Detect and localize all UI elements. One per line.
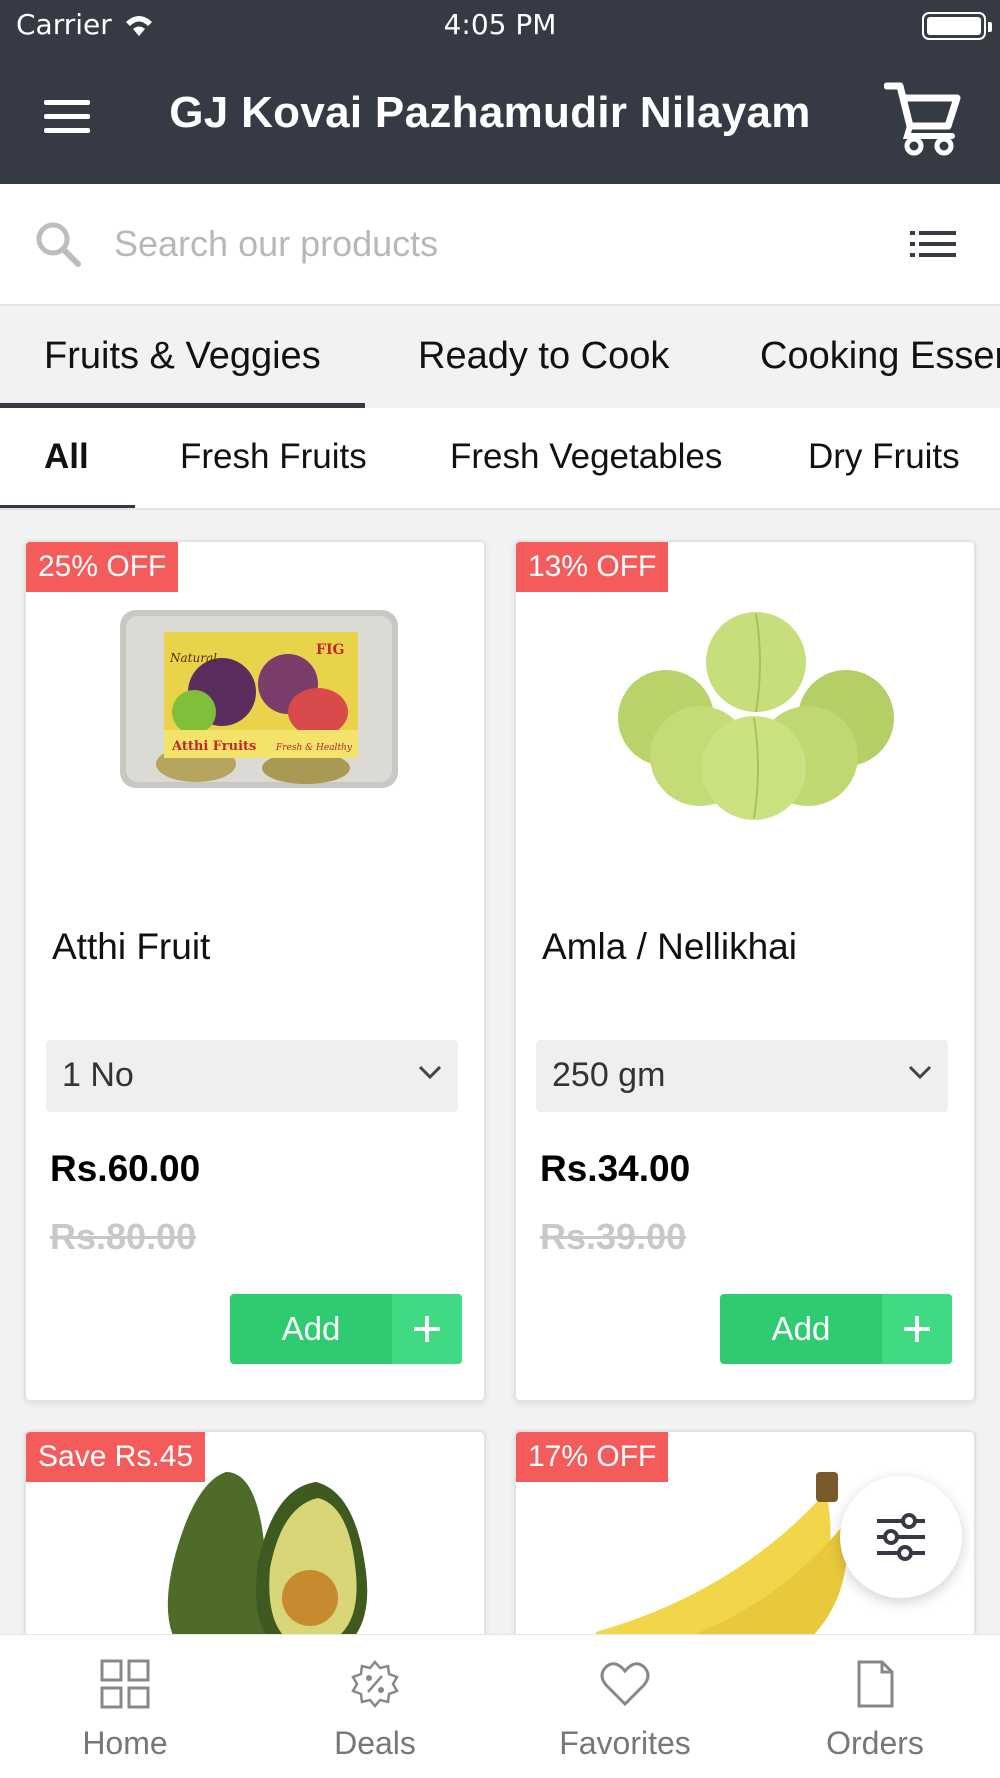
tab-cooking-essentials[interactable]: Cooking Esser (760, 306, 1000, 408)
product-card[interactable]: 13% OFF Amla / Nellikhai 250 gm Rs.34.00… (514, 540, 976, 1402)
add-label: Add (771, 1310, 831, 1347)
fig-label-title: FIG (316, 642, 344, 658)
subtab-fresh-fruits[interactable]: Fresh Fruits (180, 408, 367, 508)
status-bar: Carrier 4:05 PM (0, 0, 1000, 50)
save-badge: Save Rs.45 (26, 1432, 206, 1482)
app-header: GJ Kovai Pazhamudir Nilayam (0, 50, 1000, 184)
nav-favorites-label: Favorites (559, 1725, 691, 1761)
battery-icon (922, 12, 992, 40)
plus-icon (392, 1294, 462, 1364)
subtab-dry-fruits[interactable]: Dry Fruits (808, 408, 960, 508)
original-price: Rs.80.00 (50, 1216, 197, 1257)
product-name: Amla / Nellikhai (542, 926, 797, 967)
plus-icon (882, 1294, 952, 1364)
discount-badge: 25% OFF (26, 542, 179, 592)
heart-icon (600, 1662, 650, 1707)
deals-badge-icon (351, 1660, 399, 1708)
product-card[interactable]: Save Rs.45 (24, 1430, 486, 1634)
cart-icon[interactable] (884, 78, 962, 156)
nav-home-label: Home (82, 1725, 168, 1761)
variant-dropdown[interactable]: 1 No (46, 1040, 458, 1112)
category-tabs: Fruits & Veggies Ready to Cook Cooking E… (0, 306, 1000, 408)
fig-label-brand: Atthi Fruits (171, 739, 256, 754)
nav-orders[interactable]: Orders (750, 1635, 1000, 1778)
nav-orders-label: Orders (826, 1725, 924, 1761)
document-icon (857, 1660, 894, 1708)
discount-badge: 13% OFF (516, 542, 669, 592)
nav-deals-label: Deals (334, 1725, 416, 1761)
product-price: Rs.60.00 (50, 1148, 201, 1189)
search-input[interactable] (114, 216, 874, 272)
grid-icon (100, 1659, 150, 1709)
add-to-cart-button[interactable]: Add (720, 1294, 952, 1364)
list-view-icon[interactable] (910, 230, 956, 258)
tab-ready-to-cook[interactable]: Ready to Cook (418, 306, 669, 408)
search-icon (36, 222, 81, 267)
search-bar (0, 184, 1000, 306)
chevron-down-icon (418, 1065, 442, 1080)
subtab-all[interactable]: All (0, 408, 135, 508)
discount-badge: 17% OFF (516, 1432, 669, 1482)
product-name: Atthi Fruit (52, 926, 211, 967)
filter-button[interactable] (840, 1476, 962, 1598)
nav-home[interactable]: Home (0, 1635, 250, 1778)
product-price: Rs.34.00 (540, 1148, 691, 1189)
nav-deals[interactable]: Deals (250, 1635, 500, 1778)
fig-label-natural: Natural (169, 651, 217, 665)
nav-favorites[interactable]: Favorites (500, 1635, 750, 1778)
sliders-icon (877, 1513, 925, 1561)
product-card[interactable]: 25% OFF Natural FIG Atthi Fruits Fresh &… (24, 540, 486, 1402)
hamburger-menu-icon[interactable] (44, 98, 92, 134)
chevron-down-icon (908, 1065, 932, 1080)
tab-fruits-veggies[interactable]: Fruits & Veggies (0, 306, 365, 408)
subtab-fresh-vegetables[interactable]: Fresh Vegetables (450, 408, 722, 508)
product-grid: 25% OFF Natural FIG Atthi Fruits Fresh &… (0, 510, 1000, 1634)
bottom-nav: Home Deals Favorites Orders (0, 1634, 1000, 1778)
variant-value: 250 gm (552, 1056, 666, 1094)
app-title: GJ Kovai Pazhamudir Nilayam (169, 88, 811, 137)
status-time: 4:05 PM (443, 8, 557, 41)
fig-label-tag: Fresh & Healthy (275, 743, 353, 753)
add-to-cart-button[interactable]: Add (230, 1294, 462, 1364)
variant-value: 1 No (62, 1056, 134, 1094)
subcategory-tabs: All Fresh Fruits Fresh Vegetables Dry Fr… (0, 408, 1000, 510)
variant-dropdown[interactable]: 250 gm (536, 1040, 948, 1112)
original-price: Rs.39.00 (540, 1216, 687, 1257)
add-label: Add (281, 1310, 341, 1347)
